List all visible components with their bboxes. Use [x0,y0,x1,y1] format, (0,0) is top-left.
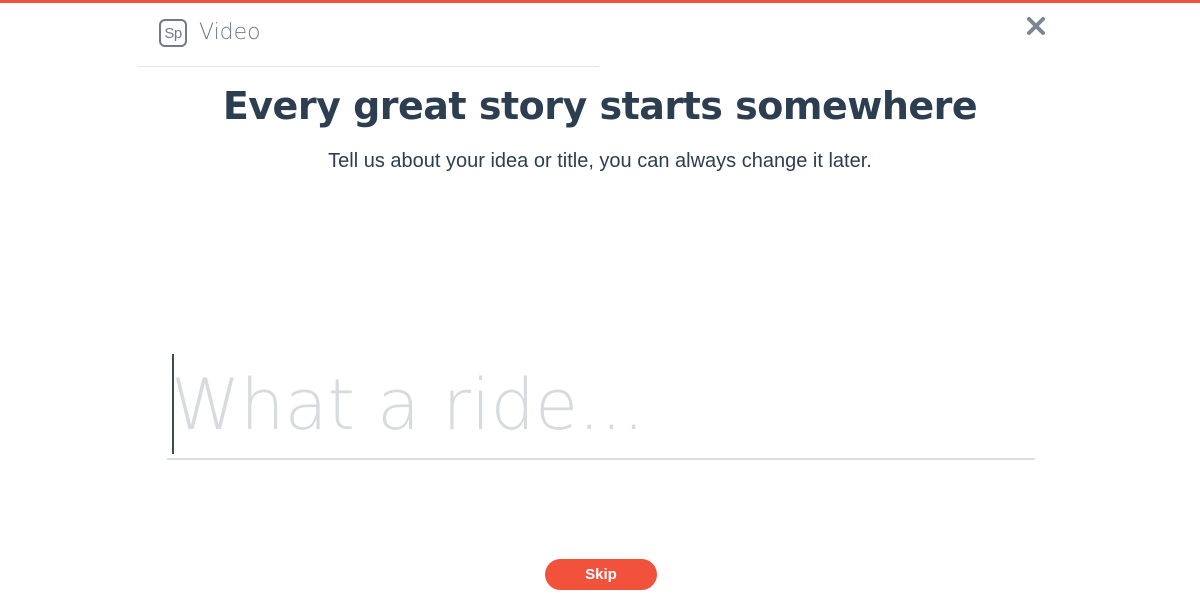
skip-button[interactable]: Skip [545,559,657,590]
page-title: Every great story starts somewhere [222,84,978,128]
app-header: Sp Video [138,18,599,67]
page-subtitle: Tell us about your idea or title, you ca… [328,150,872,172]
spark-video-logo: Sp [159,19,187,47]
logo-text: Sp [164,24,182,42]
story-title-field [167,352,1035,460]
close-icon [1027,17,1045,35]
close-button[interactable] [1022,12,1050,40]
text-caret [172,354,174,454]
story-title-input[interactable] [167,352,1035,458]
top-accent-bar [0,0,1200,3]
app-name: Video [199,20,261,45]
